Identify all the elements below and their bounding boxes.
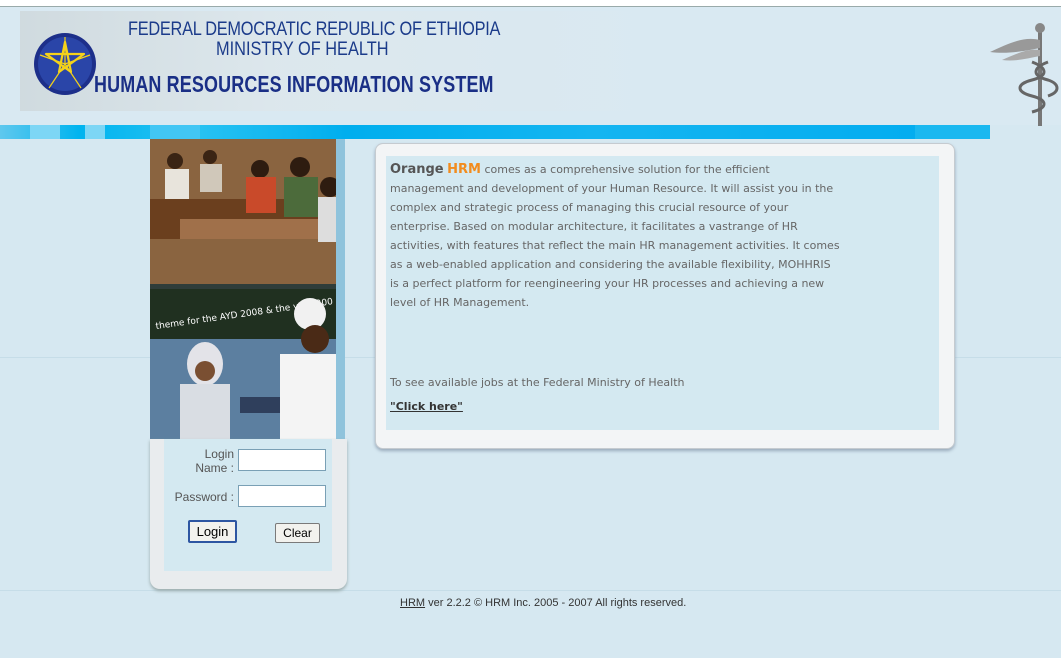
accent-bar-segment: [30, 125, 60, 139]
header-title-country: FEDERAL DEMOCRATIC REPUBLIC OF ETHIOPIA: [128, 19, 501, 40]
login-name-label-line2: Name :: [195, 461, 234, 475]
description-text: comes as a comprehensive solution for th…: [390, 163, 840, 309]
header-accent-bar: [0, 125, 990, 139]
brand-orange: Orange: [390, 162, 444, 177]
ethiopian-star-emblem-icon: [34, 33, 96, 95]
login-name-label-line1: Login: [204, 447, 234, 461]
page-header: FEDERAL DEMOCRATIC REPUBLIC OF ETHIOPIA …: [0, 7, 1061, 126]
caduceus-icon: [990, 23, 1059, 126]
info-card-body: Orange HRM comes as a comprehensive solu…: [386, 156, 939, 430]
accent-bar-segment: [85, 125, 105, 139]
footer: HRM ver 2.2.2 © HRM Inc. 2005 - 2007 All…: [400, 597, 686, 609]
login-panel: Login Name : Password : Login Clear: [150, 439, 347, 589]
login-form: Login Name : Password : Login Clear: [164, 439, 332, 571]
hr-photo-collage: theme for the AYD 2008 & the year 200: [150, 139, 345, 439]
brand-hrm: HRM: [447, 162, 481, 177]
jobs-text: To see available jobs at the Federal Min…: [390, 376, 685, 389]
password-label: Password :: [174, 490, 234, 504]
info-card: Orange HRM comes as a comprehensive solu…: [375, 143, 955, 449]
login-name-input[interactable]: [238, 449, 326, 471]
login-button[interactable]: Login: [188, 520, 237, 543]
footer-copyright: ver 2.2.2 © HRM Inc. 2005 - 2007 All rig…: [425, 597, 687, 609]
clear-button[interactable]: Clear: [275, 523, 320, 543]
top-border: [0, 0, 1061, 7]
header-title-ministry: MINISTRY OF HEALTH: [216, 39, 389, 60]
password-input[interactable]: [238, 485, 326, 507]
click-here-link[interactable]: "Click here": [390, 400, 463, 413]
accent-bar-segment: [915, 125, 990, 139]
header-title-system: HUMAN RESOURCES INFORMATION SYSTEM: [94, 71, 494, 97]
footer-hrm-link[interactable]: HRM: [400, 597, 425, 609]
accent-bar-segment: [150, 125, 200, 139]
login-name-label: Login Name :: [186, 447, 234, 475]
description-paragraph: Orange HRM comes as a comprehensive solu…: [390, 160, 840, 312]
left-column: theme for the AYD 2008 & the year 200 Lo…: [150, 139, 347, 591]
